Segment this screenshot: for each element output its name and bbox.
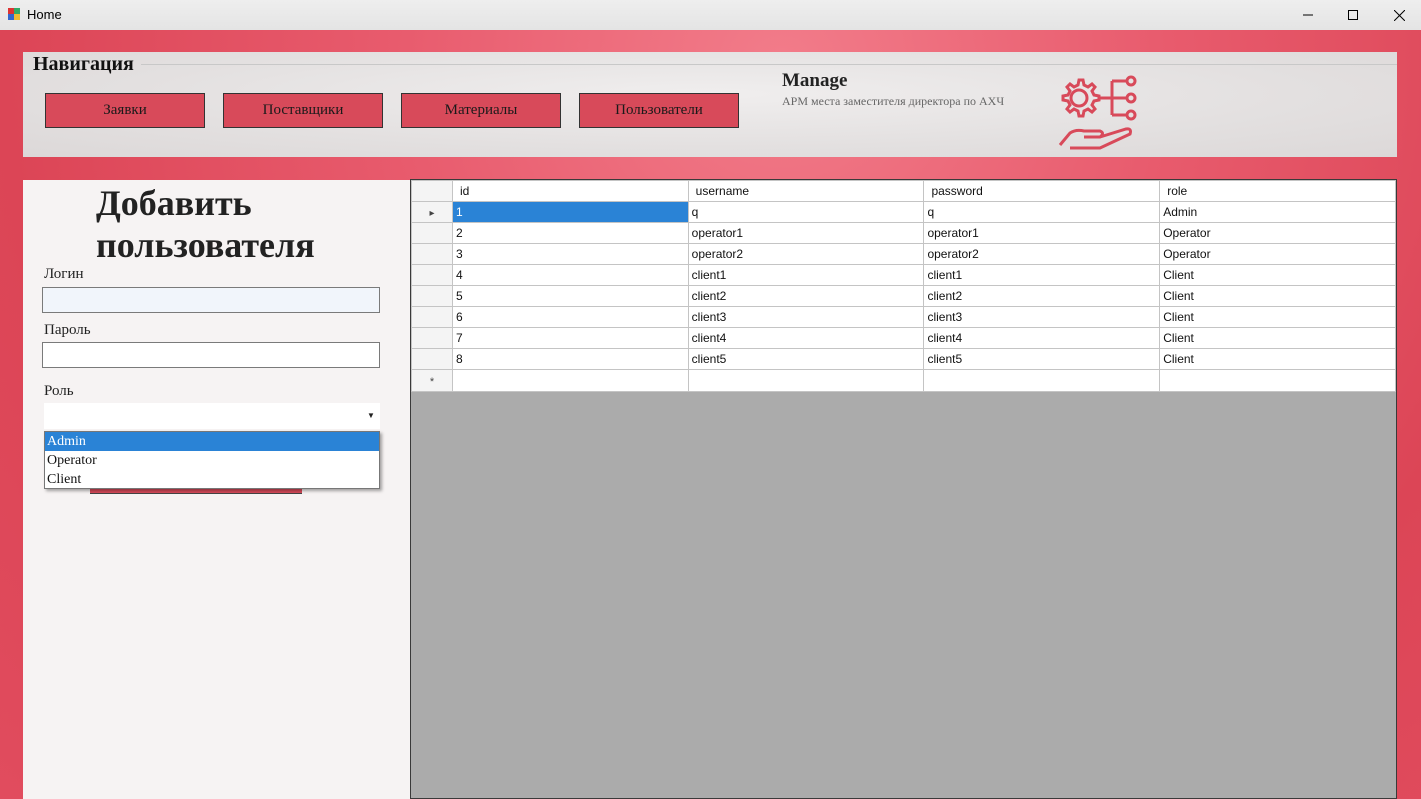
new-row-asterisk-icon: * (429, 375, 435, 388)
row-header[interactable] (411, 327, 453, 349)
form-title: Добавить пользователя (96, 183, 315, 265)
role-option-client[interactable]: Client (45, 470, 379, 489)
table-header-row: id username password role (411, 180, 1396, 202)
row-header[interactable] (411, 264, 453, 286)
column-header-role[interactable]: role (1159, 180, 1396, 202)
login-input[interactable] (42, 287, 380, 313)
cell-role[interactable]: Operator (1159, 243, 1396, 265)
cell-role[interactable]: Client (1159, 264, 1396, 286)
add-user-panel: Добавить пользователя Логин Пароль Роль … (23, 180, 410, 799)
maximize-button[interactable] (1330, 0, 1376, 30)
nav-button-requests[interactable]: Заявки (45, 93, 205, 128)
group-divider (141, 64, 1397, 65)
close-button[interactable] (1376, 0, 1421, 30)
minimize-icon (1303, 14, 1313, 16)
cell-password[interactable]: operator1 (923, 222, 1161, 244)
cell-username-new[interactable] (687, 369, 925, 392)
cell-role[interactable]: Client (1159, 285, 1396, 307)
cell-role[interactable]: Client (1159, 348, 1396, 370)
row-header[interactable] (411, 348, 453, 370)
table-row[interactable]: 8 client5 client5 Client (411, 348, 1396, 370)
cell-username[interactable]: client5 (687, 348, 925, 370)
role-dropdown-list: Admin Operator Client (44, 431, 380, 489)
column-header-password[interactable]: password (923, 180, 1161, 202)
users-data-grid[interactable]: id username password role ▸ 1 q q Admin … (410, 179, 1397, 799)
cell-id[interactable]: 3 (451, 243, 689, 265)
role-option-admin[interactable]: Admin (45, 432, 379, 451)
cell-id[interactable]: 2 (451, 222, 689, 244)
new-row[interactable]: * (411, 369, 1396, 392)
row-header[interactable] (411, 222, 453, 244)
chevron-down-icon[interactable]: ▼ (364, 409, 378, 423)
cell-id[interactable]: 4 (451, 264, 689, 286)
role-option-operator[interactable]: Operator (45, 451, 379, 470)
cell-username[interactable]: client1 (687, 264, 925, 286)
maximize-icon (1348, 10, 1358, 20)
cell-password[interactable]: operator2 (923, 243, 1161, 265)
cell-id-new[interactable] (451, 369, 689, 392)
app-icon (8, 8, 20, 20)
cell-username[interactable]: q (687, 201, 925, 223)
cell-id[interactable]: 1 (451, 201, 689, 223)
table-row[interactable]: 7 client4 client4 Client (411, 327, 1396, 349)
cell-password-new[interactable] (923, 369, 1161, 392)
table-row[interactable]: 2 operator1 operator1 Operator (411, 222, 1396, 244)
cell-password[interactable]: client1 (923, 264, 1161, 286)
close-icon (1393, 9, 1405, 21)
gear-network-hand-icon (1058, 75, 1137, 150)
row-header-new[interactable]: * (411, 369, 453, 392)
row-header[interactable] (411, 285, 453, 307)
cell-id[interactable]: 6 (451, 306, 689, 328)
brand-title: Manage (782, 70, 848, 91)
nav-button-users[interactable]: Пользователи (579, 93, 739, 128)
navigation-panel: Навигация Заявки Поставщики Материалы По… (23, 52, 1397, 157)
nav-button-suppliers[interactable]: Поставщики (223, 93, 383, 128)
cell-id[interactable]: 5 (451, 285, 689, 307)
table-row[interactable]: ▸ 1 q q Admin (411, 201, 1396, 223)
cell-username[interactable]: client3 (687, 306, 925, 328)
brand-subtitle: АРМ места заместителя директора по АХЧ (782, 94, 1005, 108)
column-header-username[interactable]: username (687, 180, 925, 202)
nav-button-materials[interactable]: Материалы (401, 93, 561, 128)
cell-username[interactable]: client2 (687, 285, 925, 307)
login-label: Логин (44, 266, 84, 282)
minimize-button[interactable] (1285, 0, 1331, 30)
users-table: id username password role ▸ 1 q q Admin … (411, 180, 1396, 392)
cell-role[interactable]: Admin (1159, 201, 1396, 223)
cell-role[interactable]: Operator (1159, 222, 1396, 244)
title-bar: Home (0, 0, 1421, 30)
cell-username[interactable]: operator1 (687, 222, 925, 244)
column-header-id[interactable]: id (451, 180, 689, 202)
cell-role-new[interactable] (1159, 369, 1396, 392)
cell-password[interactable]: client4 (923, 327, 1161, 349)
password-label: Пароль (44, 322, 91, 338)
cell-id[interactable]: 8 (451, 348, 689, 370)
row-header[interactable] (411, 243, 453, 265)
cell-password[interactable]: client5 (923, 348, 1161, 370)
cell-password[interactable]: client2 (923, 285, 1161, 307)
password-input[interactable] (42, 342, 380, 368)
table-row[interactable]: 3 operator2 operator2 Operator (411, 243, 1396, 265)
table-row[interactable]: 6 client3 client3 Client (411, 306, 1396, 328)
table-row[interactable]: 5 client2 client2 Client (411, 285, 1396, 307)
table-row[interactable]: 4 client1 client1 Client (411, 264, 1396, 286)
role-label: Роль (44, 383, 74, 399)
cell-id[interactable]: 7 (451, 327, 689, 349)
cell-username[interactable]: client4 (687, 327, 925, 349)
row-header[interactable] (411, 306, 453, 328)
current-row-marker-icon: ▸ (429, 208, 435, 219)
cell-password[interactable]: client3 (923, 306, 1161, 328)
cell-password[interactable]: q (923, 201, 1161, 223)
navigation-title: Навигация (33, 53, 134, 75)
role-combobox[interactable]: ▼ (44, 403, 380, 429)
corner-header[interactable] (411, 180, 453, 202)
cell-role[interactable]: Client (1159, 327, 1396, 349)
cell-username[interactable]: operator2 (687, 243, 925, 265)
cell-role[interactable]: Client (1159, 306, 1396, 328)
row-header-current[interactable]: ▸ (411, 201, 453, 223)
window-title: Home (27, 7, 62, 22)
